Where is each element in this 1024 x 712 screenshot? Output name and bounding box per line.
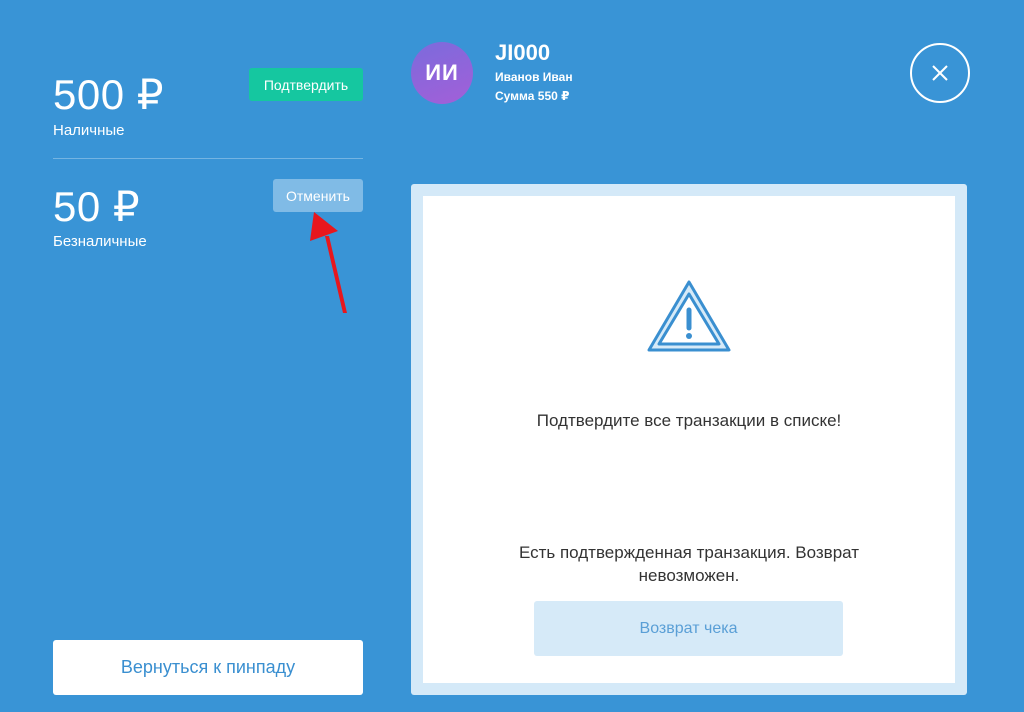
refund-receipt-button[interactable]: Возврат чека [534, 601, 843, 656]
cashbox-screen: 500 ₽ Наличные Подтвердить 50 ₽ Безналич… [0, 0, 1024, 712]
confirm-button[interactable]: Подтвердить [249, 68, 363, 101]
confirm-transactions-message: Подтвердите все транзакции в списке! [536, 411, 842, 430]
order-id: JI000 [495, 40, 551, 65]
close-icon [932, 65, 948, 81]
customer-name: Иванов Иван [495, 70, 573, 84]
avatar: ИИ [411, 42, 473, 104]
payment-row-cash: 500 ₽ Наличные Подтвердить [53, 66, 363, 159]
back-to-pinpad-button[interactable]: Вернуться к пинпаду [53, 640, 363, 695]
close-button[interactable] [910, 43, 970, 103]
transaction-status-card: Подтвердите все транзакции в списке! Ест… [411, 184, 967, 695]
payments-panel: 500 ₽ Наличные Подтвердить 50 ₽ Безналич… [53, 0, 363, 712]
transaction-status-card-body: Подтвердите все транзакции в списке! Ест… [423, 196, 955, 683]
refund-unavailable-message: Есть подтвержденная транзакция. Возврат … [518, 543, 860, 585]
card-method-label: Безналичные [53, 233, 147, 250]
cash-method-label: Наличные [53, 122, 125, 139]
cash-amount: 500 ₽ [53, 71, 164, 118]
warning-triangle-icon [647, 280, 731, 352]
card-amount: 50 ₽ [53, 183, 141, 230]
order-sum: Сумма 550 ₽ [495, 89, 570, 103]
cancel-button[interactable]: Отменить [273, 179, 363, 212]
payment-row-card: 50 ₽ Безналичные Отменить [53, 178, 363, 268]
